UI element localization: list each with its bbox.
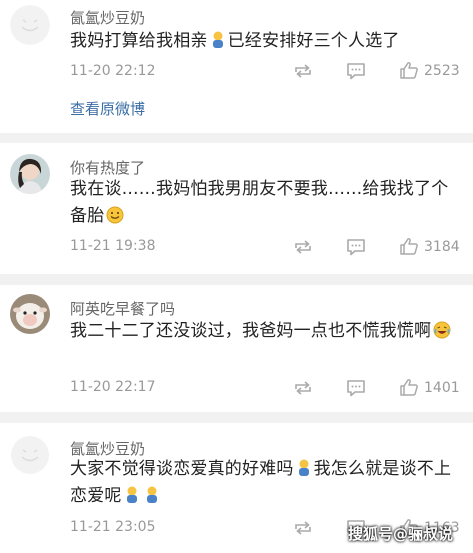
comment-username[interactable]: 阿英吃早餐了吗 (70, 298, 175, 319)
comment-username[interactable]: 氤氳炒豆奶 (70, 7, 145, 28)
comment-text-part: 已经安排好三个人选了 (227, 31, 400, 51)
comment-card: 氤氳炒豆奶 我妈打算给我相亲 已经安排好三个人选了 11-20 22:12 252… (0, 0, 473, 133)
comment-time: 11-21 19:38 (70, 238, 156, 254)
watermark: 搜狐号@骊叔说 (348, 525, 454, 543)
user-photo-icon (10, 294, 50, 334)
avatar[interactable] (10, 5, 50, 45)
comment-text-part: 我在谈……我妈怕我男朋友不要我……给我找了个备胎 (70, 179, 449, 226)
like-count[interactable]: 2523 (424, 63, 460, 79)
comment-text: 我在谈……我妈怕我男朋友不要我……给我找了个备胎 (70, 176, 463, 230)
comment-icon[interactable] (346, 238, 366, 256)
avatar[interactable] (10, 435, 50, 475)
like-count[interactable]: 3184 (424, 239, 460, 255)
comment-card: 你有热度了 我在谈……我妈怕我男朋友不要我……给我找了个备胎 11-21 19:… (0, 143, 473, 274)
repost-icon[interactable] (293, 380, 313, 396)
comment-time: 11-21 23:05 (70, 519, 156, 535)
laugh-cry-emoji-icon (433, 321, 451, 339)
thumbs-up-icon[interactable] (399, 237, 419, 255)
comment-time: 11-20 22:12 (70, 63, 156, 79)
comment-text: 我妈打算给我相亲 已经安排好三个人选了 (70, 28, 463, 55)
comment-icon[interactable] (346, 62, 366, 80)
avatar[interactable] (10, 154, 50, 194)
comment-text-part: 我二十二了还没谈过，我爸妈一点也不慌我慌啊 (70, 321, 432, 341)
avatar[interactable] (10, 294, 50, 334)
comment-card: 阿英吃早餐了吗 我二十二了还没谈过，我爸妈一点也不慌我慌啊 11-20 22:1… (0, 285, 473, 412)
pray-emoji-icon (124, 486, 140, 504)
comment-time: 11-20 22:17 (70, 379, 156, 395)
default-avatar-icon (11, 6, 49, 44)
thumbs-up-icon[interactable] (399, 378, 419, 396)
comment-username[interactable]: 你有热度了 (70, 157, 145, 178)
repost-icon[interactable] (293, 63, 313, 79)
comment-text: 我二十二了还没谈过，我爸妈一点也不慌我慌啊 (70, 318, 463, 345)
view-original-link[interactable]: 查看原微博 (70, 98, 145, 119)
repost-icon[interactable] (293, 520, 313, 536)
user-photo-icon (10, 154, 50, 194)
pray-emoji-icon (210, 31, 226, 49)
like-count[interactable]: 1401 (424, 380, 460, 396)
smile-emoji-icon (106, 206, 124, 224)
repost-icon[interactable] (293, 239, 313, 255)
pray-emoji-icon (144, 486, 160, 504)
comment-text-part: 我妈打算给我相亲 (70, 31, 208, 51)
pray-emoji-icon (296, 459, 312, 477)
comment-text-part: 大家不觉得谈恋爱真的好难吗 (70, 459, 294, 479)
comment-text: 大家不觉得谈恋爱真的好难吗 我怎么就是谈不上恋爱呢 (70, 456, 463, 510)
thumbs-up-icon[interactable] (399, 61, 419, 79)
default-avatar-icon (11, 436, 49, 474)
comment-icon[interactable] (346, 379, 366, 397)
